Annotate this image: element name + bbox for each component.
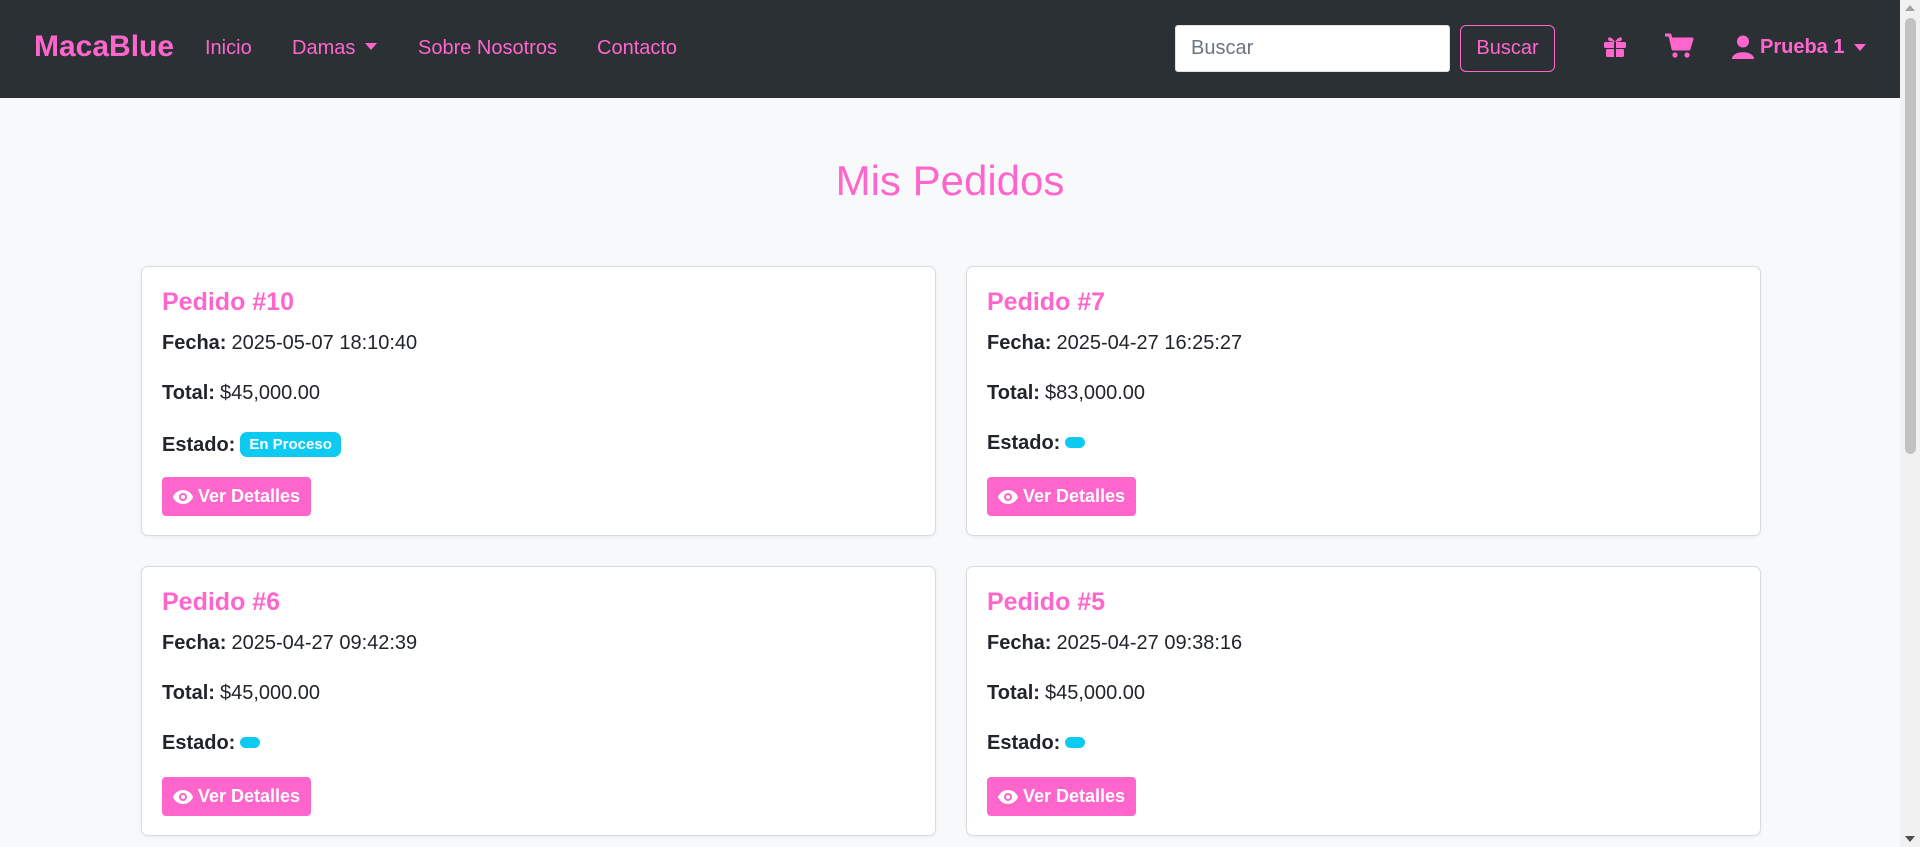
ver-detalles-button[interactable]: Ver Detalles bbox=[987, 777, 1137, 816]
status-badge bbox=[240, 737, 261, 748]
order-title: Pedido #7 bbox=[987, 288, 1106, 316]
vertical-scrollbar[interactable] bbox=[1900, 0, 1920, 847]
fecha-label: Fecha: bbox=[987, 332, 1052, 354]
ver-detalles-label: Ver Detalles bbox=[198, 786, 301, 806]
nav-link-damas-label: Damas bbox=[292, 37, 356, 59]
ver-detalles-label: Ver Detalles bbox=[1023, 786, 1126, 806]
status-badge bbox=[1065, 437, 1086, 448]
fecha-label: Fecha: bbox=[162, 632, 227, 654]
fecha-value: 2025-04-27 09:38:16 bbox=[1056, 632, 1243, 654]
eye-icon bbox=[173, 489, 193, 504]
user-icon bbox=[1732, 35, 1754, 59]
fecha-label: Fecha: bbox=[987, 632, 1052, 654]
total-label: Total: bbox=[987, 382, 1040, 404]
order-title: Pedido #6 bbox=[162, 588, 281, 616]
order-total: Total: $45,000.00 bbox=[162, 682, 320, 705]
fecha-value: 2025-04-27 09:42:39 bbox=[231, 632, 418, 654]
total-value: $45,000.00 bbox=[1044, 682, 1146, 704]
fecha-value: 2025-05-07 18:10:40 bbox=[231, 332, 418, 354]
gift-icon[interactable] bbox=[1603, 34, 1627, 63]
order-total: Total: $45,000.00 bbox=[987, 682, 1145, 705]
fecha-value: 2025-04-27 16:25:27 bbox=[1056, 332, 1243, 354]
order-date: Fecha: 2025-04-27 09:42:39 bbox=[162, 632, 417, 655]
total-label: Total: bbox=[162, 682, 215, 704]
order-total: Total: $83,000.00 bbox=[987, 382, 1145, 405]
order-total: Total: $45,000.00 bbox=[162, 382, 320, 405]
total-value: $45,000.00 bbox=[219, 682, 321, 704]
nav-link-sobre-nosotros[interactable]: Sobre Nosotros bbox=[418, 37, 557, 60]
order-status: Estado: bbox=[987, 432, 1086, 455]
total-value: $83,000.00 bbox=[1044, 382, 1146, 404]
order-date: Fecha: 2025-04-27 16:25:27 bbox=[987, 332, 1242, 355]
chevron-down-icon bbox=[1854, 43, 1867, 51]
brand-logo[interactable]: MacaBlue bbox=[34, 30, 174, 64]
total-label: Total: bbox=[162, 382, 215, 404]
status-badge bbox=[1065, 737, 1086, 748]
order-card: Pedido #10 Fecha: 2025-05-07 18:10:40 Tot… bbox=[141, 266, 936, 536]
status-badge: En Proceso bbox=[240, 432, 341, 457]
estado-label: Estado: bbox=[987, 432, 1061, 454]
order-card: Pedido #5 Fecha: 2025-04-27 09:38:16 Tota… bbox=[966, 566, 1761, 836]
estado-label: Estado: bbox=[987, 732, 1061, 754]
order-status: Estado: bbox=[987, 732, 1086, 755]
nav-link-inicio[interactable]: Inicio bbox=[205, 37, 252, 60]
nav-link-damas[interactable]: Damas bbox=[292, 37, 378, 60]
order-card: Pedido #6 Fecha: 2025-04-27 09:42:39 Tota… bbox=[141, 566, 936, 836]
order-status: Estado: bbox=[162, 732, 261, 755]
order-date: Fecha: 2025-05-07 18:10:40 bbox=[162, 332, 417, 355]
scroll-up-icon[interactable] bbox=[1905, 5, 1915, 11]
ver-detalles-button[interactable]: Ver Detalles bbox=[987, 477, 1137, 516]
search-button[interactable]: Buscar bbox=[1460, 25, 1555, 72]
nav-link-contacto[interactable]: Contacto bbox=[597, 37, 677, 60]
top-navbar: MacaBlue Inicio Damas Sobre Nosotros Con… bbox=[0, 0, 1900, 98]
user-name: Prueba 1 bbox=[1760, 35, 1845, 58]
eye-icon bbox=[998, 789, 1018, 804]
eye-icon bbox=[173, 789, 193, 804]
order-status: Estado: En Proceso bbox=[162, 432, 341, 457]
cart-icon[interactable] bbox=[1664, 33, 1694, 64]
estado-label: Estado: bbox=[162, 434, 236, 456]
scroll-down-icon[interactable] bbox=[1905, 836, 1915, 842]
fecha-label: Fecha: bbox=[162, 332, 227, 354]
page-title: Mis Pedidos bbox=[835, 157, 1065, 204]
eye-icon bbox=[998, 489, 1018, 504]
ver-detalles-label: Ver Detalles bbox=[1023, 486, 1126, 506]
estado-label: Estado: bbox=[162, 732, 236, 754]
search-input[interactable] bbox=[1175, 25, 1450, 72]
scroll-thumb[interactable] bbox=[1905, 18, 1916, 454]
total-value: $45,000.00 bbox=[219, 382, 321, 404]
order-title: Pedido #5 bbox=[987, 588, 1106, 616]
order-card: Pedido #7 Fecha: 2025-04-27 16:25:27 Tota… bbox=[966, 266, 1761, 536]
ver-detalles-button[interactable]: Ver Detalles bbox=[162, 777, 312, 816]
order-date: Fecha: 2025-04-27 09:38:16 bbox=[987, 632, 1242, 655]
user-menu[interactable]: Prueba 1 bbox=[1732, 35, 1867, 59]
ver-detalles-button[interactable]: Ver Detalles bbox=[162, 477, 312, 516]
chevron-down-icon bbox=[365, 43, 378, 50]
total-label: Total: bbox=[987, 682, 1040, 704]
ver-detalles-label: Ver Detalles bbox=[198, 486, 301, 506]
order-title: Pedido #10 bbox=[162, 288, 294, 316]
